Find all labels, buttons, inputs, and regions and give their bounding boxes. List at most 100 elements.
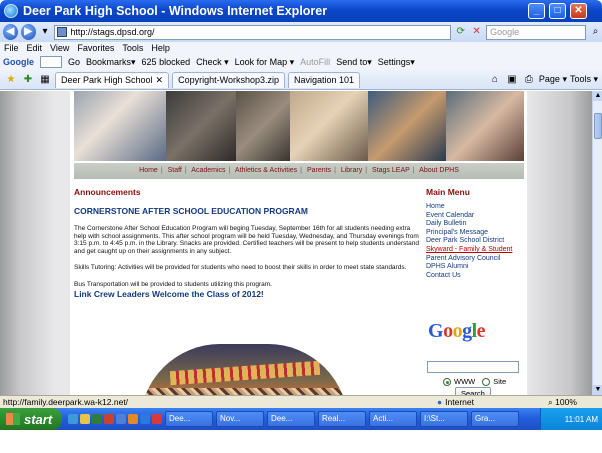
back-button[interactable]: ◀ <box>3 24 18 40</box>
scroll-down-icon[interactable]: ▼ <box>593 385 602 395</box>
status-bar: http://family.deerpark.wa-k12.net/ ● Int… <box>0 395 602 408</box>
nav-stags-leap[interactable]: Stags LEAP <box>372 167 410 174</box>
google-search-input[interactable] <box>427 361 519 373</box>
status-text: http://family.deerpark.wa-k12.net/ <box>3 397 129 407</box>
scroll-thumb[interactable] <box>594 113 602 139</box>
search-input[interactable]: Google <box>486 24 587 40</box>
header-photos <box>74 91 524 161</box>
taskbar-button[interactable]: Nov... <box>216 411 264 427</box>
menu-link-skyward[interactable]: Skyward - Family & Student <box>426 246 524 255</box>
menu-link-alumni[interactable]: DPHS Alumni <box>426 263 524 272</box>
minimize-button[interactable]: _ <box>528 3 545 19</box>
forward-button[interactable]: ▶ <box>20 24 36 40</box>
menu-link-district[interactable]: Deer Park School District <box>426 237 524 246</box>
nav-athletics[interactable]: Athletics & Activities <box>235 167 297 174</box>
toolbar-bookmarks[interactable]: Bookmarks▾ <box>86 57 136 68</box>
page-menu[interactable]: Page ▾ <box>539 74 567 85</box>
feeds-icon[interactable]: ▣ <box>505 73 519 87</box>
menu-link-bulletin[interactable]: Daily Bulletin <box>426 220 524 229</box>
menu-edit[interactable]: Edit <box>27 43 43 53</box>
close-tab-icon[interactable]: ✕ <box>156 75 164 86</box>
banner-shape <box>169 360 321 386</box>
security-zone: ● Internet <box>437 397 474 407</box>
google-go-button[interactable]: Go <box>68 57 80 67</box>
radio-site-label: Site <box>493 377 507 386</box>
print-icon[interactable]: ⎙ <box>522 73 536 87</box>
second-article-title: Link Crew Leaders Welcome the Class of 2… <box>74 289 264 299</box>
quicklaunch-icon[interactable] <box>80 414 90 424</box>
toolbar-sendto[interactable]: Send to▾ <box>336 57 372 68</box>
nav-staff[interactable]: Staff <box>168 167 182 174</box>
google-toolbar-input[interactable] <box>40 56 62 68</box>
globe-icon: ● <box>437 397 443 407</box>
taskbar-button[interactable]: Gra... <box>471 411 519 427</box>
toolbar-autofill[interactable]: AutoFill <box>300 57 330 67</box>
stop-icon[interactable]: ✕ <box>470 25 483 39</box>
quicklaunch-icon[interactable] <box>104 414 114 424</box>
article-title: CORNERSTONE AFTER SCHOOL EDUCATION PROGR… <box>74 206 308 216</box>
nav-library[interactable]: Library <box>341 167 362 174</box>
favorites-star-icon[interactable]: ★ <box>4 73 18 87</box>
nav-home[interactable]: Home <box>139 167 158 174</box>
menu-link-home[interactable]: Home <box>426 203 524 212</box>
menu-view[interactable]: View <box>50 43 69 53</box>
tab-deer-park[interactable]: Deer Park High School ✕ <box>55 71 170 88</box>
url-text: http://stags.dpsd.org/ <box>70 27 155 37</box>
zoom-level[interactable]: ⌕ 100% <box>548 397 577 408</box>
toolbar-settings[interactable]: Settings▾ <box>378 57 415 68</box>
refresh-icon[interactable]: ⟳ <box>454 25 467 39</box>
tab-copyright[interactable]: Copyright-Workshop3.zip <box>172 71 285 88</box>
nav-academics[interactable]: Academics <box>191 167 225 174</box>
tab-copyright-label: Copyright-Workshop3.zip <box>178 75 279 85</box>
menu-favorites[interactable]: Favorites <box>77 43 114 53</box>
chevron-down-icon[interactable]: ▾ <box>39 25 52 39</box>
menu-help[interactable]: Help <box>151 43 170 53</box>
nav-parents[interactable]: Parents <box>307 167 331 174</box>
toolbar-check[interactable]: Check ▾ <box>196 57 229 68</box>
radio-site[interactable] <box>482 377 491 386</box>
toolbar-map[interactable]: Look for Map ▾ <box>235 57 295 68</box>
toolbar-blocked[interactable]: 625 blocked <box>142 57 191 67</box>
menu-link-contact[interactable]: Contact Us <box>426 272 524 281</box>
photo-students <box>166 91 236 161</box>
start-button[interactable]: start <box>0 408 62 430</box>
taskbar-button[interactable]: Dee... <box>165 411 213 427</box>
quicklaunch-icon[interactable] <box>92 414 102 424</box>
tab-navigation[interactable]: Navigation 101 <box>287 71 361 88</box>
close-button[interactable]: ✕ <box>570 3 587 19</box>
article-paragraph: The Cornerstone After School Education P… <box>74 225 419 255</box>
quicklaunch-icon[interactable] <box>116 414 126 424</box>
nav-about[interactable]: About DPHS <box>419 167 459 174</box>
quicklaunch-icon[interactable] <box>128 414 138 424</box>
menu-tools[interactable]: Tools <box>122 43 143 53</box>
add-favorite-icon[interactable]: ✚ <box>21 73 35 87</box>
quicklaunch-icon[interactable] <box>140 414 150 424</box>
taskbar-button[interactable]: Dee... <box>267 411 315 427</box>
taskbar-button[interactable]: Acti... <box>369 411 417 427</box>
quicklaunch-icon[interactable] <box>68 414 78 424</box>
taskbar-button[interactable]: I:\St... <box>420 411 468 427</box>
announcements: Announcements CORNERSTONE AFTER SCHOOL E… <box>74 187 420 299</box>
radio-www[interactable] <box>443 377 451 386</box>
google-toolbar-logo: Google <box>3 57 34 67</box>
menu-link-principal[interactable]: Principal's Message <box>426 229 524 238</box>
photo-class-of-2012 <box>140 344 348 395</box>
quicklaunch-icon[interactable] <box>152 414 162 424</box>
quick-tabs-icon[interactable]: ▦ <box>38 73 52 87</box>
google-search-button[interactable]: Search <box>455 387 491 395</box>
maximize-button[interactable]: □ <box>549 3 566 19</box>
address-bar: ◀ ▶ ▾ http://stags.dpsd.org/ ⟳ ✕ Google … <box>0 22 602 42</box>
menu-link-parent-council[interactable]: Parent Advisory Council <box>426 255 524 264</box>
menu-link-calendar[interactable]: Event Calendar <box>426 212 524 221</box>
tools-menu[interactable]: Tools ▾ <box>570 74 598 85</box>
photo-girl <box>446 91 524 161</box>
home-icon[interactable]: ⌂ <box>488 73 502 87</box>
menu-file[interactable]: File <box>4 43 19 53</box>
scroll-up-icon[interactable]: ▲ <box>593 91 602 101</box>
page-icon <box>57 27 68 37</box>
zone-label: Internet <box>445 397 474 407</box>
taskbar-button[interactable]: Real... <box>318 411 366 427</box>
url-field[interactable]: http://stags.dpsd.org/ <box>54 24 452 40</box>
search-icon[interactable]: ⌕ <box>589 25 602 39</box>
vertical-scrollbar[interactable]: ▲ ▼ <box>592 91 602 395</box>
